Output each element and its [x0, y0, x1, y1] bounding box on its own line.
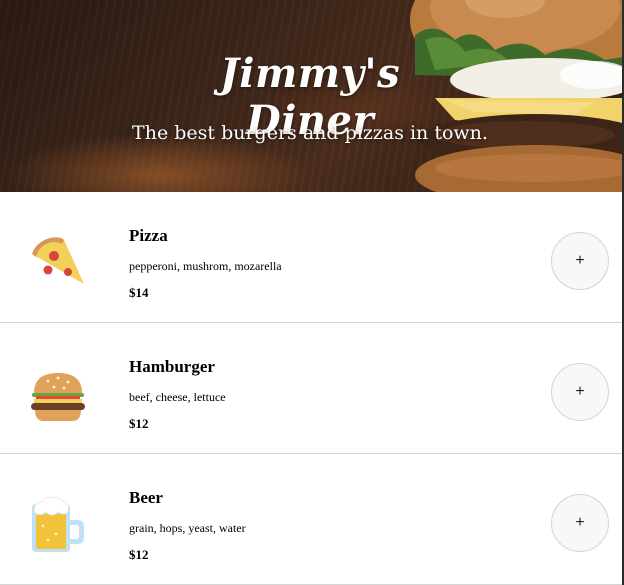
tagline: The best burgers and pizzas in town. [132, 122, 488, 144]
add-hamburger-button[interactable]: + [551, 363, 609, 421]
hamburger-icon [31, 373, 85, 421]
item-name: Pizza [129, 226, 168, 245]
menu-item-pizza: Pizza pepperoni, mushrom, mozarella $14 … [0, 192, 622, 323]
item-description: grain, hops, yeast, water [129, 521, 246, 535]
hero-banner: Jimmy's Diner The best burgers and pizza… [0, 0, 622, 192]
item-price: $12 [129, 547, 149, 562]
beer-mug-icon [32, 496, 84, 552]
item-name: Beer [129, 488, 163, 507]
add-pizza-button[interactable]: + [551, 232, 609, 290]
item-description: pepperoni, mushrom, mozarella [129, 259, 282, 273]
add-beer-button[interactable]: + [551, 494, 609, 552]
item-price: $14 [129, 285, 149, 300]
item-price: $12 [129, 416, 149, 431]
menu-item-beer: Beer grain, hops, yeast, water $12 + [0, 454, 622, 585]
menu-list: Pizza pepperoni, mushrom, mozarella $14 … [0, 192, 622, 585]
item-description: beef, cheese, lettuce [129, 390, 226, 404]
menu-item-hamburger: Hamburger beef, cheese, lettuce $12 + [0, 323, 622, 454]
item-name: Hamburger [129, 357, 215, 376]
page: Jimmy's Diner The best burgers and pizza… [0, 0, 624, 585]
pizza-slice-icon [32, 237, 84, 284]
